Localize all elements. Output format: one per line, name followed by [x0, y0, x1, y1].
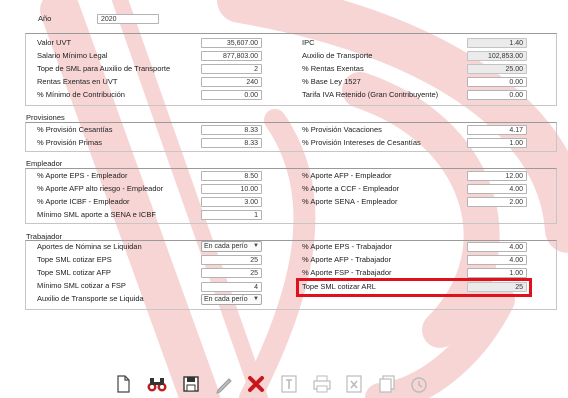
ipc-label: IPC [302, 38, 315, 47]
year-input[interactable] [97, 14, 159, 24]
minimo-fsp-input[interactable] [201, 282, 262, 292]
minimo-contribucion-input[interactable] [201, 90, 262, 100]
provision-intereses-input[interactable] [467, 138, 527, 148]
auxilio-liquida-select-value: En cada perío [204, 296, 248, 303]
tope-eps-label: Tope SML cotizar EPS [37, 255, 112, 264]
provision-primas-input[interactable] [201, 138, 262, 148]
provision-vacaciones-input[interactable] [467, 125, 527, 135]
minimo-sml-sena-label: Mínimo SML aporte a SENA e ICBF [37, 210, 156, 219]
uvt-input[interactable] [201, 38, 262, 48]
aporte-icbf-input[interactable] [201, 197, 262, 207]
provision-vacaciones-label: % Provisión Vacaciones [302, 125, 382, 134]
auxilio-transporte-label: Auxilio de Transporte [302, 51, 373, 60]
aporte-fsp-trabajador-label: % Aporte FSP - Trabajador [302, 268, 392, 277]
delete-x-icon[interactable] [245, 373, 267, 395]
tarifa-iva-input[interactable] [467, 90, 527, 100]
ipc-input[interactable] [467, 38, 527, 48]
base-ley-input[interactable] [467, 77, 527, 87]
new-document-icon[interactable] [112, 373, 134, 395]
aportes-nomina-select[interactable]: En cada perío ▼ [201, 241, 262, 252]
save-disk-icon[interactable] [180, 373, 202, 395]
aporte-sena-input[interactable] [467, 197, 527, 207]
auxilio-liquida-select[interactable]: En cada perío ▼ [201, 294, 262, 305]
aporte-eps-trabajador-label: % Aporte EPS - Trabajador [302, 242, 393, 251]
aporte-ccf-input[interactable] [467, 184, 527, 194]
aporte-afp-alto-riesgo-label: % Aporte AFP alto riesgo - Empleador [37, 184, 164, 193]
auxilio-liquida-label: Auxilio de Transporte se Liquida [37, 294, 144, 303]
provision-primas-label: % Provisión Primas [37, 138, 103, 147]
binoculars-icon[interactable] [146, 373, 168, 395]
chevron-down-icon: ▼ [253, 296, 259, 302]
provision-cesantias-label: % Provisión Cesantías [37, 125, 113, 134]
aporte-ccf-label: % Aporte a CCF - Empleador [302, 184, 400, 193]
rentas-exentas-pct-label: % Rentas Exentas [302, 64, 364, 73]
rentas-exentas-uvt-input[interactable] [201, 77, 262, 87]
aporte-afp-empleador-input[interactable] [467, 171, 527, 181]
auxilio-transporte-input[interactable] [467, 51, 527, 61]
year-label: Año [38, 14, 52, 23]
documents-icon[interactable] [376, 373, 398, 395]
tope-sml-auxilio-label: Tope de SML para Auxilio de Transporte [37, 64, 171, 73]
minimo-sml-sena-input[interactable] [201, 210, 262, 220]
aporte-afp-empleador-label: % Aporte AFP - Empleador [302, 171, 392, 180]
aporte-afp-alto-riesgo-input[interactable] [201, 184, 262, 194]
provisiones-title: Provisiones [26, 113, 65, 122]
tarifa-iva-label: Tarifa IVA Retenido (Gran Contribuyente) [302, 90, 439, 99]
tope-afp-label: Tope SML cotizar AFP [37, 268, 111, 277]
aportes-nomina-label: Aportes de Nómina se Liquidan [37, 242, 142, 251]
provision-cesantias-input[interactable] [201, 125, 262, 135]
text-icon[interactable] [278, 373, 300, 395]
rentas-exentas-pct-input[interactable] [467, 64, 527, 74]
minimo-contribucion-label: % Mínimo de Contribución [37, 90, 125, 99]
pencil-icon[interactable] [213, 373, 235, 395]
tope-eps-input[interactable] [201, 255, 262, 265]
provision-intereses-label: % Provisión Intereses de Cesantías [302, 138, 421, 147]
aporte-fsp-trabajador-input[interactable] [467, 268, 527, 278]
history-icon[interactable] [408, 373, 430, 395]
parameters-form: Año Valor UVT Salario Mínimo Legal Tope … [0, 0, 568, 398]
aporte-icbf-label: % Aporte ICBF - Empleador [37, 197, 130, 206]
aporte-afp-trabajador-input[interactable] [467, 255, 527, 265]
print-icon[interactable] [311, 373, 333, 395]
base-ley-label: % Base Ley 1527 [302, 77, 361, 86]
aporte-afp-trabajador-label: % Aporte AFP - Trabajador [302, 255, 392, 264]
empleador-title: Empleador [26, 159, 63, 168]
salario-minimo-input[interactable] [201, 51, 262, 61]
tope-sml-auxilio-input[interactable] [201, 64, 262, 74]
aportes-nomina-select-value: En cada perío [204, 243, 248, 250]
aporte-eps-trabajador-input[interactable] [467, 242, 527, 252]
rentas-exentas-uvt-label: Rentas Exentas en UVT [37, 77, 118, 86]
highlight-box [296, 278, 532, 297]
aporte-eps-empleador-label: % Aporte EPS - Empleador [37, 171, 128, 180]
aporte-sena-label: % Aporte SENA - Empleador [302, 197, 398, 206]
uvt-label: Valor UVT [37, 38, 72, 47]
aporte-eps-empleador-input[interactable] [201, 171, 262, 181]
minimo-fsp-label: Mínimo SML cotizar a FSP [37, 281, 126, 290]
chevron-down-icon: ▼ [253, 243, 259, 249]
tope-afp-input[interactable] [201, 268, 262, 278]
salario-minimo-label: Salario Mínimo Legal [37, 51, 108, 60]
excel-icon[interactable] [343, 373, 365, 395]
